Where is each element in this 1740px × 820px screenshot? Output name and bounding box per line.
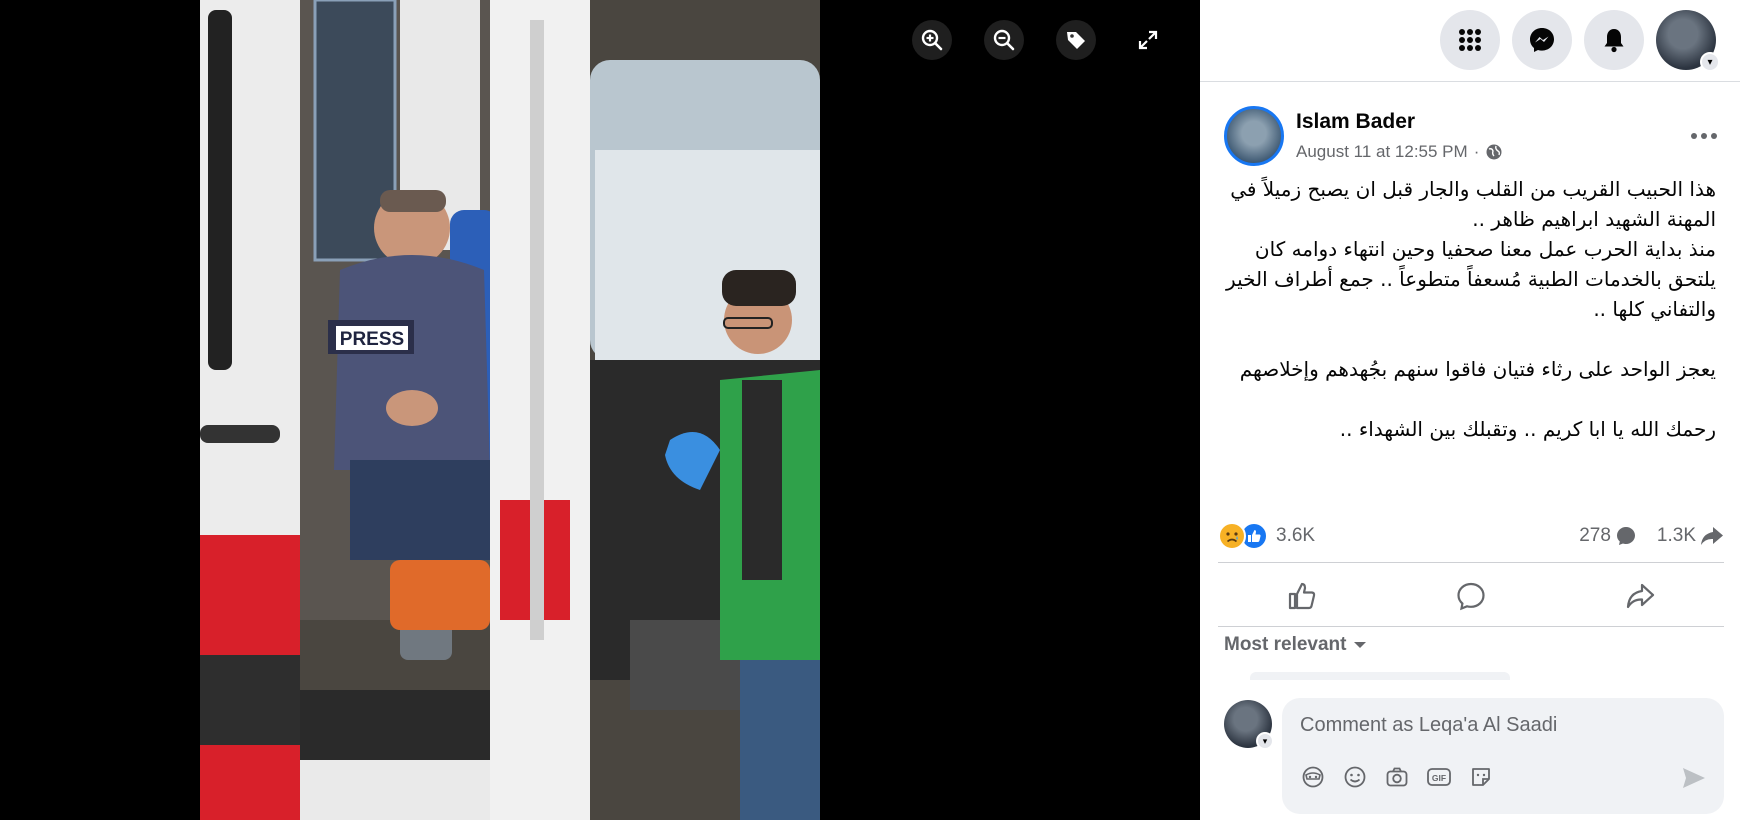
avatar-sticker-button[interactable]: [1300, 764, 1326, 790]
like-icon: [1289, 582, 1316, 610]
menu-button[interactable]: [1440, 10, 1500, 70]
photo-illustration: PRESS: [200, 0, 820, 820]
messenger-icon: [1530, 28, 1554, 52]
more-options-button[interactable]: [1684, 122, 1724, 150]
fullscreen-icon: [1138, 30, 1158, 50]
post-actions: [1218, 570, 1724, 622]
avatar-sticker-icon: [1302, 766, 1324, 788]
messenger-button[interactable]: [1512, 10, 1572, 70]
emoji-button[interactable]: [1342, 764, 1368, 790]
gif-button[interactable]: GIF: [1426, 764, 1452, 790]
author-avatar[interactable]: [1224, 106, 1284, 166]
viewer-toolbar: [912, 20, 1168, 60]
share-button[interactable]: [1555, 570, 1724, 622]
account-avatar[interactable]: ▾: [1656, 10, 1720, 72]
svg-text:GIF: GIF: [1432, 773, 1446, 783]
post-panel: ▾ Islam Bader August 11 at 12:55 PM · هذ…: [1200, 0, 1740, 820]
sticker-button[interactable]: [1468, 764, 1494, 790]
comment-composer: ▾ GIF: [1224, 698, 1724, 816]
share-icon: [1626, 583, 1654, 609]
post-header: Islam Bader August 11 at 12:55 PM ·: [1224, 104, 1724, 168]
post-timestamp[interactable]: August 11 at 12:55 PM: [1296, 142, 1468, 162]
share-count-value: 1.3K: [1656, 525, 1696, 546]
zoom-in-icon: [921, 29, 943, 51]
notifications-icon: [1604, 29, 1624, 53]
post-photo[interactable]: PRESS: [200, 0, 820, 820]
caret-down-icon: [1354, 642, 1367, 648]
comment-count[interactable]: 278: [1579, 525, 1637, 547]
post-paragraph-3: رحمك الله يا ابا كريم .. وتقبلك بين الشه…: [1339, 417, 1716, 441]
meta-separator: ·: [1473, 142, 1480, 161]
send-icon[interactable]: [1680, 764, 1708, 792]
emoji-icon: [1344, 766, 1366, 788]
zoom-out-button[interactable]: [984, 20, 1024, 60]
globe-icon: [1486, 144, 1502, 160]
zoom-in-button[interactable]: [912, 20, 952, 60]
reaction-icons[interactable]: 3.6K: [1218, 522, 1315, 550]
gif-icon: GIF: [1427, 768, 1451, 786]
actions-divider: [1218, 626, 1724, 627]
comment-sort-dropdown[interactable]: Most relevant: [1224, 634, 1368, 656]
post-text: هذا الحبيب القريب من القلب والجار قبل ان…: [1216, 174, 1716, 444]
comment-button[interactable]: [1387, 570, 1556, 622]
photo-viewer: PRESS: [0, 0, 1200, 820]
chevron-down-icon: ▾: [1700, 52, 1720, 72]
reaction-count[interactable]: 3.6K: [1276, 525, 1315, 547]
press-label: PRESS: [340, 329, 404, 350]
comment-box: GIF: [1282, 698, 1724, 814]
comment-count-value: 278: [1579, 525, 1611, 546]
chevron-down-icon: ▾: [1256, 732, 1274, 750]
sticker-icon: [1472, 768, 1490, 786]
sad-reaction-icon: [1218, 522, 1246, 550]
partial-comment: [1250, 672, 1510, 680]
post-meta: August 11 at 12:55 PM ·: [1296, 142, 1503, 162]
comment-icon: [1457, 582, 1485, 611]
notifications-button[interactable]: [1584, 10, 1644, 70]
post-stats: 3.6K 278 1.3K: [1218, 518, 1724, 554]
comment-small-icon: [1616, 527, 1635, 545]
share-small-icon: [1701, 527, 1723, 545]
zoom-out-icon: [993, 29, 1015, 51]
share-count[interactable]: 1.3K: [1657, 525, 1724, 547]
stats-divider: [1218, 562, 1724, 563]
tag-icon: [1067, 32, 1085, 49]
fullscreen-button[interactable]: [1128, 20, 1168, 60]
photo-button[interactable]: [1384, 764, 1410, 790]
like-button[interactable]: [1218, 570, 1387, 622]
stat-counts: 278 1.3K: [1579, 525, 1724, 547]
post-paragraph-1: هذا الحبيب القريب من القلب والجار قبل ان…: [1226, 177, 1716, 321]
author-name[interactable]: Islam Bader: [1296, 110, 1415, 134]
tag-button[interactable]: [1056, 20, 1096, 60]
menu-grid-icon: [1459, 29, 1481, 51]
post-paragraph-2: يعجز الواحد على رثاء فتيان فاقوا سنهم بج…: [1239, 357, 1716, 381]
top-bar: ▾: [1200, 0, 1740, 82]
camera-icon: [1386, 767, 1408, 787]
comment-tools: GIF: [1300, 764, 1494, 790]
comment-input[interactable]: [1300, 710, 1700, 740]
more-icon: [1691, 133, 1717, 139]
sort-label: Most relevant: [1224, 634, 1347, 655]
